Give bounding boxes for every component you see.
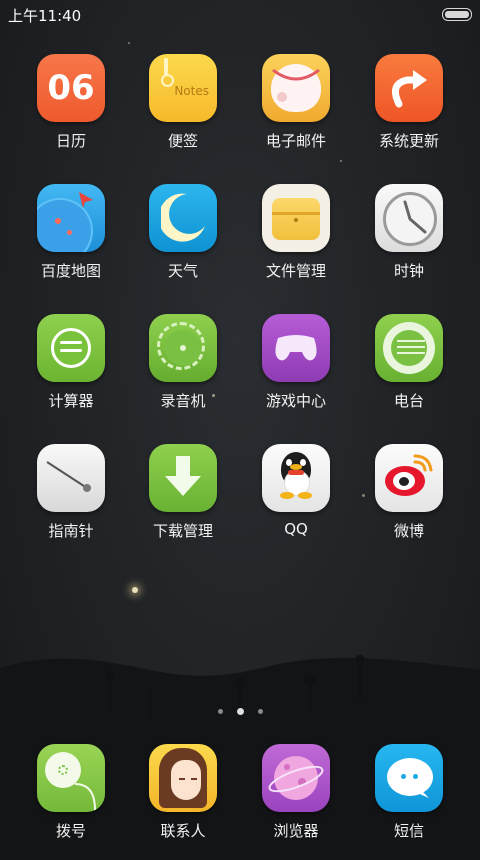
- app-weather[interactable]: 天气: [128, 184, 238, 281]
- browser-icon: [262, 744, 330, 812]
- app-radio[interactable]: 电台: [354, 314, 464, 411]
- app-calendar[interactable]: 06 日历: [16, 54, 126, 151]
- compass-icon: [37, 444, 105, 512]
- app-label: 文件管理: [265, 262, 326, 280]
- email-icon: [262, 54, 330, 122]
- app-label: 便签: [167, 132, 198, 150]
- app-calculator[interactable]: 计算器: [16, 314, 126, 411]
- app-label: 拨号: [55, 822, 86, 840]
- app-game-center[interactable]: 游戏中心: [241, 314, 351, 411]
- page-dot[interactable]: [257, 709, 263, 714]
- app-notes[interactable]: Notes 便签: [128, 54, 238, 151]
- app-label: 游戏中心: [265, 392, 326, 410]
- calendar-icon: 06: [37, 54, 105, 122]
- app-qq[interactable]: QQ: [241, 444, 351, 538]
- notes-icon: Notes: [149, 54, 217, 122]
- app-label: 系统更新: [378, 132, 439, 150]
- calculator-icon: [37, 314, 105, 382]
- battery-icon: [442, 8, 472, 21]
- app-label: 短信: [393, 822, 424, 840]
- system-update-icon: [375, 54, 443, 122]
- app-messages[interactable]: 短信: [354, 744, 464, 841]
- app-label: 下载管理: [152, 522, 213, 540]
- app-label: QQ: [284, 520, 308, 538]
- page-dot[interactable]: [217, 709, 223, 714]
- app-weibo[interactable]: 微博: [354, 444, 464, 541]
- weibo-icon: [375, 444, 443, 512]
- app-file-manager[interactable]: 文件管理: [241, 184, 351, 281]
- app-contacts[interactable]: 联系人: [128, 744, 238, 841]
- clock-icon: [375, 184, 443, 252]
- app-clock[interactable]: 时钟: [354, 184, 464, 281]
- dialer-icon: [37, 744, 105, 812]
- baidu-map-icon: [37, 184, 105, 252]
- star-decoration: [132, 587, 138, 593]
- notes-text: Notes: [174, 84, 209, 98]
- weather-icon: [149, 184, 217, 252]
- contacts-icon: [149, 744, 217, 812]
- download-manager-icon: [149, 444, 217, 512]
- game-center-icon: [262, 314, 330, 382]
- app-label: 天气: [167, 262, 198, 280]
- app-label: 录音机: [160, 392, 206, 410]
- status-bar: 上午11:40: [0, 0, 480, 28]
- file-manager-icon: [262, 184, 330, 252]
- app-recorder[interactable]: 录音机: [128, 314, 238, 411]
- app-baidu-map[interactable]: 百度地图: [16, 184, 126, 281]
- app-dialer[interactable]: 拨号: [16, 744, 126, 841]
- app-label: 计算器: [48, 392, 94, 410]
- calendar-date: 06: [47, 68, 95, 108]
- app-label: 浏览器: [273, 822, 319, 840]
- app-label: 时钟: [393, 262, 424, 280]
- app-label: 电子邮件: [265, 132, 326, 150]
- app-label: 联系人: [160, 822, 206, 840]
- app-label: 指南针: [48, 522, 94, 540]
- app-browser[interactable]: 浏览器: [241, 744, 351, 841]
- app-label: 日历: [55, 132, 86, 150]
- app-compass[interactable]: 指南针: [16, 444, 126, 541]
- app-label: 电台: [393, 392, 424, 410]
- app-email[interactable]: 电子邮件: [241, 54, 351, 151]
- qq-icon: [262, 444, 330, 512]
- app-label: 百度地图: [40, 262, 101, 280]
- page-indicator[interactable]: [0, 701, 480, 720]
- page-dot-active[interactable]: [236, 708, 244, 715]
- star-decoration: [128, 42, 130, 44]
- recorder-icon: [149, 314, 217, 382]
- status-time: 上午11:40: [8, 7, 82, 25]
- app-label: 微博: [393, 522, 424, 540]
- app-download-manager[interactable]: 下载管理: [128, 444, 238, 541]
- messages-icon: [375, 744, 443, 812]
- star-decoration: [340, 160, 342, 162]
- radio-icon: [375, 314, 443, 382]
- dock: 拨号 联系人 浏览器 短信: [0, 744, 480, 853]
- app-system-update[interactable]: 系统更新: [354, 54, 464, 151]
